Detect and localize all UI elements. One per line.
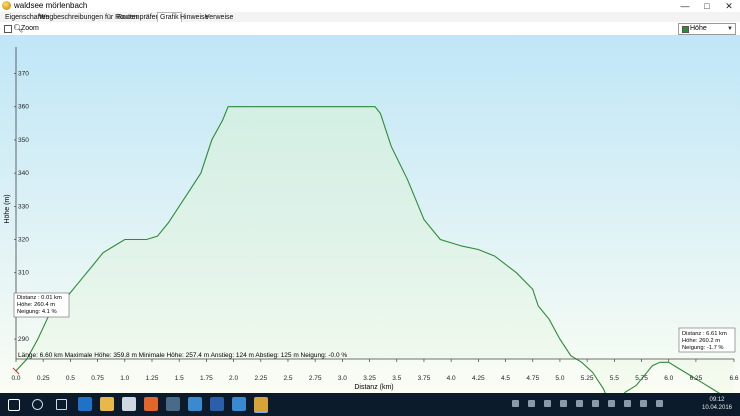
- x-tick-label: 0.25: [37, 375, 50, 382]
- window-titlebar: waldsee mörlenbach — □ ✕: [0, 0, 740, 12]
- chart-toolbar: 🔍︎ Zoom: [0, 22, 740, 35]
- maximize-button[interactable]: □: [696, 0, 718, 12]
- x-tick-label: 3.5: [392, 375, 401, 382]
- x-tick-label: 5.5: [610, 375, 619, 382]
- series-select[interactable]: Höhe ▼: [678, 23, 736, 35]
- x-tick-label: 4.75: [526, 375, 539, 382]
- zoom-label: Zoom: [21, 25, 39, 32]
- x-tick-label: 4.25: [472, 375, 485, 382]
- x-tick-label: 2.0: [229, 375, 238, 382]
- mapsource-icon[interactable]: [254, 397, 268, 413]
- x-tick-label: 3.0: [338, 375, 347, 382]
- zoom-checkbox[interactable]: [4, 25, 12, 33]
- tray-icon-3[interactable]: [544, 400, 551, 407]
- tab-verweise[interactable]: Verweise: [203, 13, 235, 22]
- word-icon[interactable]: [210, 397, 224, 411]
- x-tick-label: 2.25: [254, 375, 267, 382]
- clock-time[interactable]: 09:12: [702, 397, 732, 404]
- x-tick-label: 2.75: [309, 375, 322, 382]
- x-tick-label: 5.0: [555, 375, 564, 382]
- x-axis-label: Distanz (km): [354, 384, 393, 391]
- tooltip-left-distance: Distanz : 0.01 km: [17, 295, 62, 301]
- y-axis-label: Höhe (m): [4, 194, 11, 223]
- x-tick-label: 1.0: [120, 375, 129, 382]
- elevation-chart: 2903003103203303403503603700.00.250.50.7…: [0, 35, 740, 409]
- x-tick-label: 0.0: [11, 375, 20, 382]
- y-tick-label: 340: [18, 170, 29, 177]
- x-tick-label: 5.25: [581, 375, 594, 382]
- x-tick-label: 0.75: [91, 375, 104, 382]
- y-tick-label: 370: [18, 71, 29, 78]
- tooltip-right-slope: Neigung: -1.7 %: [682, 345, 724, 351]
- tooltip-left-height: Höhe: 260.4 m: [17, 302, 55, 308]
- elevation-chart-svg: 2903003103203303403503603700.00.250.50.7…: [0, 35, 740, 409]
- series-select-value: Höhe: [690, 25, 707, 32]
- y-tick-label: 320: [18, 237, 29, 244]
- x-tick-label: 3.25: [363, 375, 376, 382]
- tooltip-left-slope: Neigung: 4.1 %: [17, 309, 57, 315]
- tray-icon-4[interactable]: [560, 400, 567, 407]
- x-tick-label: 5.75: [635, 375, 648, 382]
- firefox-icon[interactable]: [144, 397, 158, 411]
- x-tick-label: 0.5: [66, 375, 75, 382]
- search-icon[interactable]: [32, 399, 43, 410]
- x-tick-label: 1.25: [146, 375, 159, 382]
- y-tick-label: 290: [18, 336, 29, 343]
- x-tick-label: 3.75: [418, 375, 431, 382]
- task-view-icon[interactable]: [56, 399, 67, 410]
- minimize-button[interactable]: —: [674, 0, 696, 12]
- tray-icon-10[interactable]: [656, 400, 663, 407]
- x-tick-label: 2.5: [283, 375, 292, 382]
- tray-icon-6[interactable]: [592, 400, 599, 407]
- series-color-swatch: [682, 26, 689, 33]
- chevron-down-icon: ▼: [727, 26, 733, 32]
- tray-icon-2[interactable]: [528, 400, 535, 407]
- x-tick-label: 6.6: [729, 375, 738, 382]
- route-summary: Länge: 6.60 km Maximale Höhe: 359.8 m Mi…: [18, 352, 347, 359]
- y-tick-label: 310: [18, 270, 29, 277]
- x-tick-label: 4.5: [501, 375, 510, 382]
- tooltip-right-distance: Distanz : 6.61 km: [682, 331, 727, 337]
- app-icon[interactable]: [166, 397, 180, 411]
- file-explorer-icon[interactable]: [100, 397, 114, 411]
- y-tick-label: 360: [18, 104, 29, 111]
- clock-date[interactable]: 10.04.2016: [698, 405, 736, 412]
- taskbar: 09:12 10.04.2016: [0, 393, 740, 416]
- store-icon[interactable]: [122, 397, 136, 411]
- x-tick-label: 6.25: [690, 375, 703, 382]
- close-button[interactable]: ✕: [718, 0, 740, 12]
- x-tick-label: 6.0: [664, 375, 673, 382]
- tray-icon-9[interactable]: [640, 400, 647, 407]
- x-tick-label: 1.75: [200, 375, 213, 382]
- tray-icon-7[interactable]: [608, 400, 615, 407]
- edge-icon[interactable]: [78, 397, 92, 411]
- app-icon-2[interactable]: [232, 397, 246, 411]
- tray-icon-1[interactable]: [512, 400, 519, 407]
- windows-start-icon[interactable]: [8, 399, 20, 411]
- tray-icon-8[interactable]: [624, 400, 631, 407]
- tray-icon-5[interactable]: [576, 400, 583, 407]
- tooltip-right-height: Höhe: 260.2 m: [682, 338, 720, 344]
- x-tick-label: 1.5: [175, 375, 184, 382]
- app-icon: [2, 1, 11, 10]
- y-tick-label: 350: [18, 137, 29, 144]
- window-title: waldsee mörlenbach: [14, 1, 88, 10]
- cursor-tooltip-left: Distanz : 0.01 km Höhe: 260.4 m Neigung:…: [13, 292, 70, 318]
- cursor-tooltip-right: Distanz : 6.61 km Höhe: 260.2 m Neigung:…: [678, 327, 736, 353]
- y-tick-label: 330: [18, 203, 29, 210]
- x-tick-label: 4.0: [447, 375, 456, 382]
- chrome-icon[interactable]: [188, 397, 202, 411]
